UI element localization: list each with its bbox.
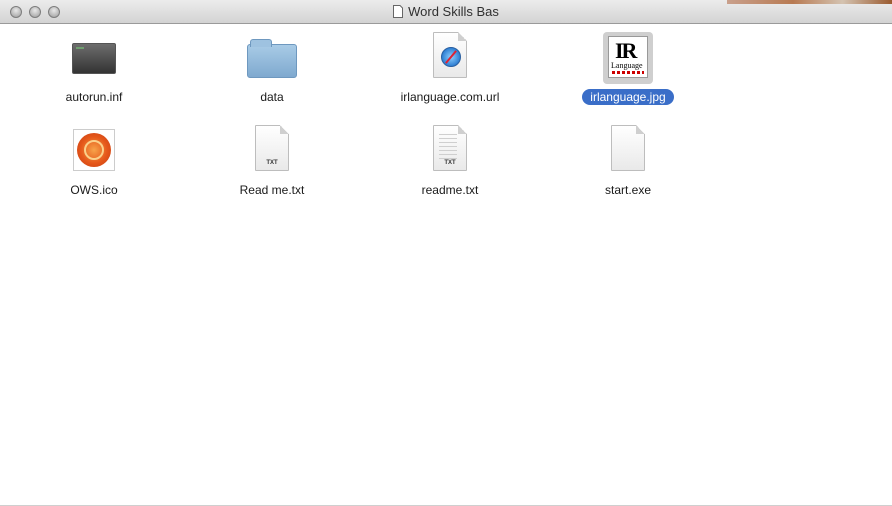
txt-file-icon: TXT [247, 125, 297, 177]
preview-subtitle: Language [611, 61, 643, 70]
txt-file-icon: TXT [425, 125, 475, 177]
folder-icon [247, 32, 297, 84]
file-item-jpg[interactable]: IR Language irlanguage.jpg [568, 32, 688, 106]
window-title-group: Word Skills Bas [0, 4, 892, 19]
file-label: Read me.txt [239, 183, 305, 197]
document-icon [393, 5, 404, 18]
ico-icon [69, 125, 119, 177]
desktop-wallpaper-edge [727, 0, 892, 4]
window-title: Word Skills Bas [408, 4, 499, 19]
txt-badge: TXT [444, 160, 456, 166]
file-item-start-exe[interactable]: start.exe [568, 125, 688, 199]
file-label: data [260, 90, 284, 104]
safari-url-icon [425, 32, 475, 84]
file-item-read-me[interactable]: TXT Read me.txt [212, 125, 332, 199]
title-bar[interactable]: Word Skills Bas [0, 0, 892, 24]
file-item-readme[interactable]: TXT readme.txt [390, 125, 510, 199]
compass-icon [441, 47, 461, 67]
file-item-ows-ico[interactable]: OWS.ico [34, 125, 154, 199]
blank-file-icon [603, 125, 653, 177]
file-item-url[interactable]: irlanguage.com.url [390, 32, 510, 106]
file-item-autorun[interactable]: autorun.inf [34, 32, 154, 106]
terminal-icon [69, 32, 119, 84]
image-preview-icon: IR Language [603, 32, 653, 84]
file-label: start.exe [604, 183, 652, 197]
file-label: OWS.ico [70, 183, 118, 197]
finder-window: Word Skills Bas autorun.inf data irlangu… [0, 0, 892, 506]
file-label: autorun.inf [65, 90, 123, 104]
file-label: irlanguage.com.url [400, 90, 500, 104]
file-item-data-folder[interactable]: data [212, 32, 332, 106]
txt-badge: TXT [266, 160, 278, 166]
file-label: irlanguage.jpg [582, 89, 674, 105]
file-label: readme.txt [421, 183, 479, 197]
